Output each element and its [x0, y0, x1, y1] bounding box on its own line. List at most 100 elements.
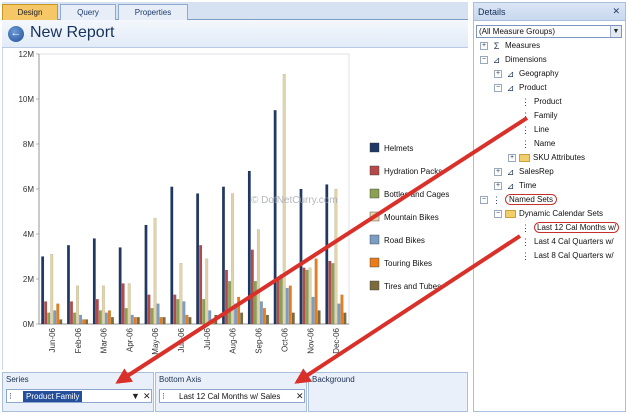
collapse-icon[interactable]: −	[494, 83, 502, 92]
bar-touring-bikes	[107, 310, 111, 325]
tree-item[interactable]: − Dynamic Calendar Sets	[494, 207, 603, 220]
back-arrow-icon[interactable]: ←	[8, 26, 24, 42]
page-title: New Report	[30, 24, 115, 41]
series-field-label[interactable]: Product Family	[23, 391, 83, 402]
background-panel[interactable]: Background	[308, 372, 468, 412]
tree-item-label: Product	[534, 97, 562, 106]
y-tick-label: 4M	[23, 230, 34, 239]
tree-item[interactable]: ⋮ Name	[520, 137, 555, 150]
bar-tires-and-tubes	[291, 312, 295, 325]
bar-chart[interactable]: 0M 2M 4M 6M 8M 10M 12M Jun-06 Feb-06 Mar-06 Apr-06…	[3, 48, 469, 370]
x-tick-label: Aug-06	[229, 327, 238, 353]
legend-label: Road Bikes	[384, 236, 425, 245]
tree-item[interactable]: ⋮ Family	[520, 109, 558, 122]
watermark-text: © DotNetCurry.com	[251, 195, 338, 206]
bar-mountain-bikes	[231, 193, 235, 325]
bottom-axis-field[interactable]: ⁝ Last 12 Cal Months w/ Sales ✕	[159, 389, 305, 403]
bar-road-bikes	[311, 296, 315, 325]
tab-properties[interactable]: Properties	[118, 4, 188, 20]
chevron-down-icon[interactable]: ▼	[131, 390, 140, 402]
background-panel-title: Background	[312, 375, 355, 384]
series-field[interactable]: ⁝ Product Family ▼ ✕	[6, 389, 152, 403]
chevron-down-icon[interactable]: ▼	[610, 26, 621, 37]
tree-item[interactable]: − ⊿ Dimensions	[480, 53, 547, 66]
measure-group-dropdown[interactable]: (All Measure Groups) ▼	[476, 25, 622, 38]
bottom-axis-panel[interactable]: Bottom Axis ⁝ Last 12 Cal Months w/ Sale…	[155, 372, 307, 412]
bar-tires-and-tubes	[240, 312, 244, 325]
tab-query[interactable]: Query	[60, 4, 116, 20]
x-tick-label: Apr-06	[125, 327, 134, 352]
bar-bottles-and-cages	[253, 281, 257, 325]
bar-mountain-bikes	[256, 229, 260, 325]
bar-touring-bikes	[82, 319, 86, 325]
close-icon[interactable]: ✕	[143, 390, 151, 402]
bar-helmets	[92, 238, 96, 325]
bar-road-bikes	[130, 314, 134, 325]
tree-item-label: Named Sets	[505, 194, 558, 205]
bar-road-bikes	[234, 303, 238, 325]
tree-item[interactable]: ⋮ Last 4 Cal Quarters w/	[520, 235, 614, 248]
bar-hydration-packs	[173, 294, 177, 325]
tree-item[interactable]: ⋮ Last 8 Cal Quarters w/	[520, 249, 614, 262]
tree-item[interactable]: + ⊿ Geography	[494, 67, 559, 80]
expand-icon[interactable]: +	[494, 181, 502, 190]
bar-helmets	[67, 245, 70, 325]
expand-icon[interactable]: +	[494, 69, 502, 78]
sigma-icon: Σ	[493, 40, 500, 51]
bar-helmets	[196, 193, 200, 325]
close-icon[interactable]: ✕	[296, 390, 304, 402]
tree-item[interactable]: ⋮ Last 12 Cal Months w/	[520, 221, 620, 234]
chart-area[interactable]: 0M 2M 4M 6M 8M 10M 12M Jun-06 Feb-06 Mar-06 Apr-06…	[2, 48, 468, 370]
bar-road-bikes	[259, 301, 263, 325]
bar-hydration-packs	[302, 267, 306, 325]
legend-label: Tires and Tubes	[384, 282, 441, 291]
bar-hydration-packs	[121, 283, 125, 325]
bottom-axis-field-label[interactable]: Last 12 Cal Months w/ Sales	[176, 391, 283, 402]
bar-touring-bikes	[185, 314, 189, 325]
level-icon: ⋮	[521, 96, 530, 107]
folder-icon	[519, 153, 530, 162]
tree-item[interactable]: + ⊿ Time	[494, 179, 536, 192]
bar-bottles-and-cages	[331, 263, 335, 325]
legend-label: Bottles and Cages	[384, 190, 449, 199]
bar-touring-bikes	[159, 317, 163, 325]
level-icon: ⋮	[521, 124, 530, 135]
details-title: Details	[478, 7, 506, 17]
collapse-icon[interactable]: −	[494, 209, 502, 218]
dimension-icon: ⊿	[506, 180, 515, 191]
bar-hydration-packs	[199, 245, 203, 325]
expand-icon[interactable]: +	[494, 167, 502, 176]
tree-item[interactable]: + Σ Measures	[480, 39, 540, 52]
x-tick-label: Jul-06	[203, 327, 212, 349]
bar-tires-and-tubes	[214, 314, 218, 325]
bar-road-bikes	[53, 310, 57, 325]
bar-helmets	[273, 110, 277, 325]
tree-item[interactable]: ⋮ Product	[520, 95, 562, 108]
collapse-icon[interactable]: −	[480, 55, 488, 64]
series-panel[interactable]: Series ⁝ Product Family ▼ ✕	[2, 372, 154, 412]
bar-bottles-and-cages	[279, 274, 283, 325]
x-tick-label: Oct-06	[280, 327, 289, 352]
tree-item[interactable]: + SKU Attributes	[508, 151, 585, 164]
tree-item[interactable]: − ⋮ Named Sets	[480, 193, 558, 206]
bar-mountain-bikes	[308, 267, 312, 325]
level-icon: ⋮	[521, 110, 530, 121]
tree-item[interactable]: − ⊿ Product	[494, 81, 547, 94]
bar-hydration-packs	[44, 301, 48, 325]
dimension-icon: ⊿	[506, 68, 515, 79]
bar-mountain-bikes	[50, 254, 54, 325]
level-icon: ⋮	[521, 138, 530, 149]
expand-icon[interactable]: +	[508, 153, 516, 162]
bar-road-bikes	[337, 303, 341, 325]
bar-hydration-packs	[276, 278, 280, 325]
bar-hydration-packs	[225, 269, 228, 325]
tree-item[interactable]: + ⊿ SalesRep	[494, 165, 554, 178]
tab-design[interactable]: Design	[2, 4, 58, 20]
y-tick-label: 8M	[23, 140, 34, 149]
close-icon[interactable]: ✕	[612, 6, 620, 17]
tree-item[interactable]: ⋮ Line	[520, 123, 549, 136]
bar-hydration-packs	[328, 260, 332, 325]
collapse-icon[interactable]: −	[480, 195, 488, 204]
tree-item-label: Dimensions	[505, 55, 547, 64]
expand-icon[interactable]: +	[480, 41, 488, 50]
